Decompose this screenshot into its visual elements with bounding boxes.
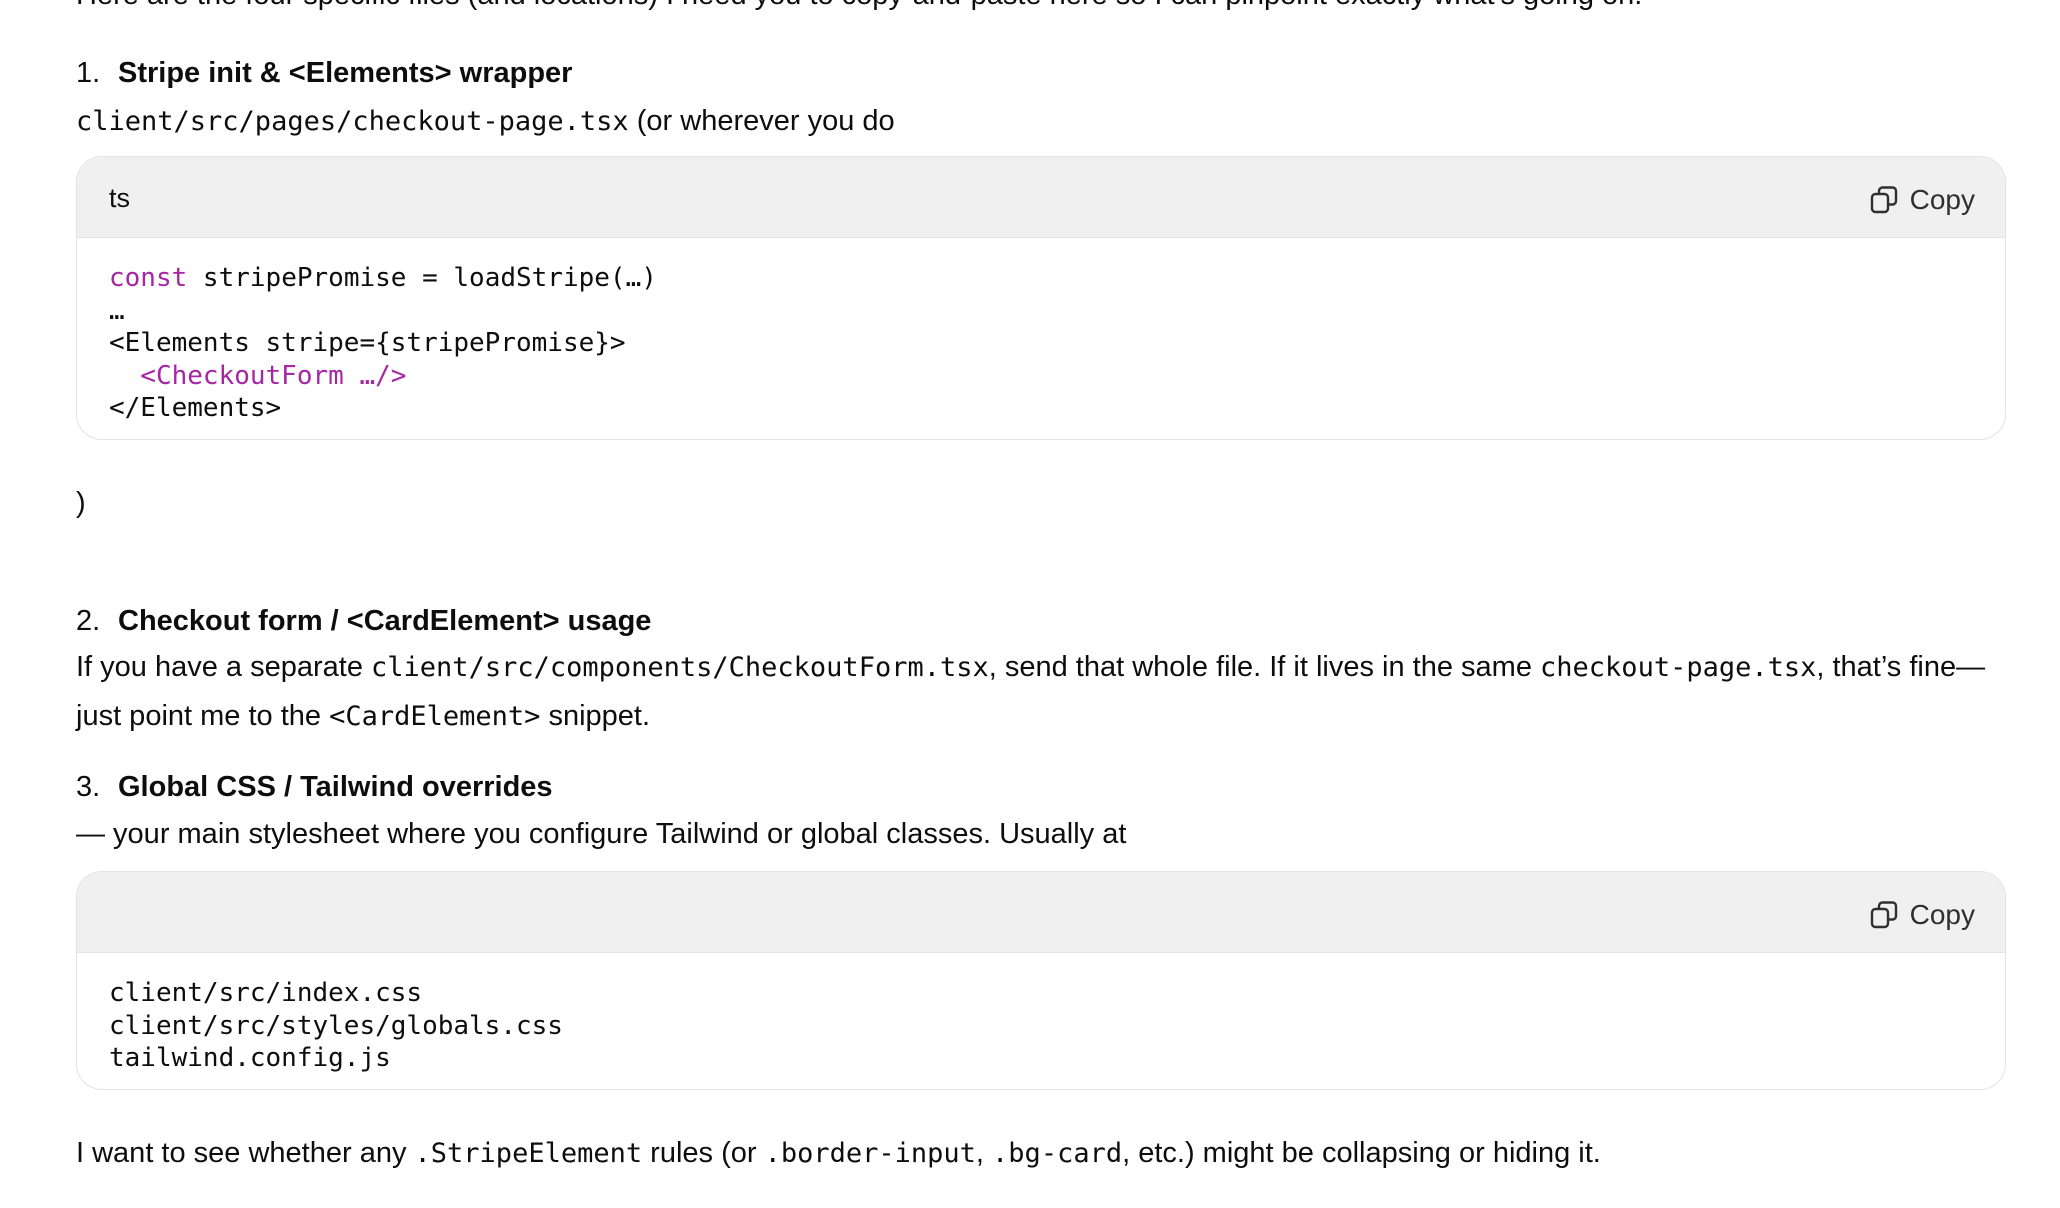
body-text: , etc.) might be collapsing or hiding it…	[1122, 1137, 1601, 1169]
copy-button[interactable]: Copy	[1870, 892, 1975, 937]
inline-code: client/src/components/CheckoutForm.tsx	[371, 652, 989, 683]
section-1-number: 1.	[76, 57, 101, 89]
section-2-body: If you have a separate client/src/compon…	[76, 643, 2006, 741]
closing-paren: )	[76, 487, 86, 519]
code-line: client/src/index.css	[109, 978, 423, 1008]
inline-code: checkout-page.tsx	[1540, 652, 1817, 683]
path-suffix: (or wherever you do	[628, 105, 895, 137]
code-content: client/src/index.css client/src/styles/g…	[77, 953, 2005, 1089]
code-block-1: ts Copy const stripePromise = loadStripe…	[76, 156, 2006, 440]
code-block-2-header: Copy	[77, 872, 2005, 953]
code-line: stripePromise = loadStripe(…)	[187, 263, 657, 293]
code-line: </Elements>	[109, 393, 282, 423]
body-text: snippet.	[540, 700, 651, 732]
inline-code: <CardElement>	[329, 701, 541, 732]
section-1-path-line: client/src/pages/checkout-page.tsx (or w…	[76, 98, 895, 145]
inline-code: .border-input	[764, 1138, 976, 1169]
code-line: …	[109, 295, 125, 326]
code-block-2: Copy client/src/index.css client/src/sty…	[76, 871, 2006, 1090]
code-language-label: ts	[109, 183, 131, 213]
intro-text: Here are the four specific files (and lo…	[76, 0, 1642, 19]
body-text: If you have a separate	[76, 651, 372, 683]
copy-button[interactable]: Copy	[1870, 177, 1975, 222]
section-2-heading: 2. Checkout form / <CardElement> usage	[76, 598, 651, 645]
section-2-number: 2.	[76, 605, 101, 637]
section-3-title: Global CSS / Tailwind overrides	[118, 771, 553, 803]
body-text: ,	[975, 1137, 993, 1169]
copy-label: Copy	[1909, 899, 1975, 930]
code-line: <CheckoutForm …/>	[109, 360, 407, 391]
body-text: rules (or	[642, 1137, 765, 1169]
section-3-heading: 3. Global CSS / Tailwind overrides	[76, 764, 553, 811]
body-text: , send that whole file. If it lives in t…	[988, 651, 1541, 683]
inline-code-path: client/src/pages/checkout-page.tsx	[76, 106, 629, 137]
code-line: client/src/styles/globals.css	[109, 1010, 563, 1041]
copy-label: Copy	[1909, 184, 1975, 215]
copy-icon	[1870, 185, 1898, 215]
body-text: I want to see whether any	[76, 1137, 415, 1169]
code-block-1-header: ts Copy	[77, 157, 2005, 238]
section-3-desc: — your main stylesheet where you configu…	[76, 818, 1127, 850]
section-1-title: Stripe init & <Elements> wrapper	[118, 57, 573, 89]
code-content: const stripePromise = loadStripe(…) … <E…	[77, 238, 2005, 439]
copy-icon	[1870, 900, 1898, 930]
inline-code: .StripeElement	[414, 1138, 643, 1169]
code-line: <Elements stripe={stripePromise}>	[109, 328, 626, 358]
section-2-title: Checkout form / <CardElement> usage	[118, 605, 652, 637]
section-1-heading: 1. Stripe init & <Elements> wrapper	[76, 50, 572, 97]
section-3-number: 3.	[76, 771, 101, 803]
code-keyword: const	[109, 263, 188, 293]
inline-code: .bg-card	[992, 1138, 1123, 1169]
code-line: tailwind.config.js	[109, 1043, 391, 1073]
closing-paragraph: I want to see whether any .StripeElement…	[76, 1130, 1601, 1177]
